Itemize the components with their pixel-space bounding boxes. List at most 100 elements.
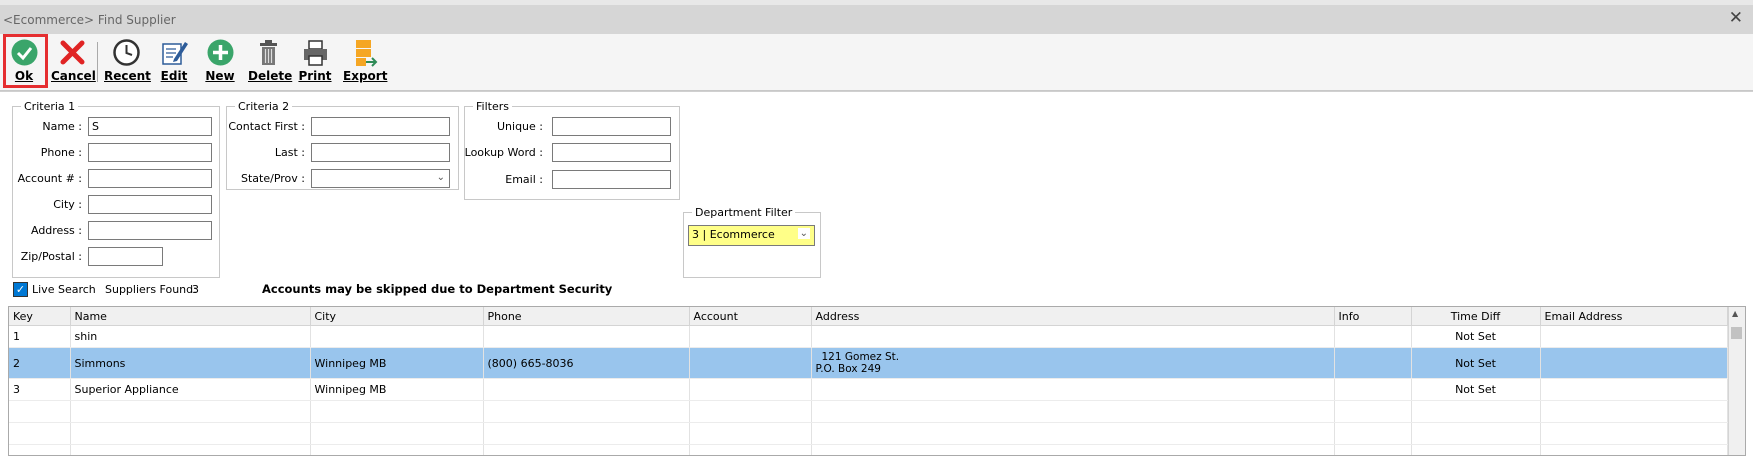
- new-label: New: [204, 69, 236, 83]
- contact-first-label: Contact First :: [226, 120, 305, 133]
- print-label: Print: [298, 69, 332, 83]
- cell-phone: [483, 379, 689, 401]
- department-filter-legend: Department Filter: [692, 206, 795, 219]
- cell-email: [1540, 348, 1727, 379]
- new-button[interactable]: New: [204, 38, 236, 86]
- table-header-row: Key Name City Phone Account Address Info…: [9, 307, 1727, 326]
- column-header-address[interactable]: Address: [811, 307, 1334, 326]
- cell-address: [811, 379, 1334, 401]
- column-header-key[interactable]: Key: [9, 307, 70, 326]
- cell-key: 3: [9, 379, 70, 401]
- criteria1-legend: Criteria 1: [21, 100, 78, 113]
- lookup-word-input[interactable]: [552, 143, 671, 162]
- name-input[interactable]: [88, 117, 212, 136]
- ok-button-highlight: [3, 34, 48, 88]
- cell-account: [689, 326, 811, 348]
- cell-city: Winnipeg MB: [310, 379, 483, 401]
- results-grid: Key Name City Phone Account Address Info…: [8, 306, 1746, 456]
- cell-name: Simmons: [70, 348, 310, 379]
- results-table: Key Name City Phone Account Address Info…: [9, 307, 1728, 456]
- cell-name: Superior Appliance: [70, 379, 310, 401]
- last-label: Last :: [226, 146, 305, 159]
- trash-icon: [254, 38, 283, 67]
- table-row-empty: [9, 423, 1727, 445]
- contact-first-input[interactable]: [311, 117, 450, 136]
- table-row-selected[interactable]: 2 Simmons Winnipeg MB (800) 665-8036 121…: [9, 348, 1727, 379]
- grid-vertical-scrollbar[interactable]: ▲: [1728, 307, 1745, 455]
- cell-city: Winnipeg MB: [310, 348, 483, 379]
- zip-input[interactable]: [88, 247, 163, 266]
- cell-account: [689, 379, 811, 401]
- table-row[interactable]: 3 Superior Appliance Winnipeg MB Not Set: [9, 379, 1727, 401]
- cell-email: [1540, 326, 1727, 348]
- table-row-empty: [9, 401, 1727, 423]
- export-button[interactable]: Export: [343, 38, 383, 86]
- cell-phone: [483, 326, 689, 348]
- address-line-2: P.O. Box 249: [816, 363, 1330, 375]
- export-icon: [349, 38, 378, 67]
- plus-icon: [206, 38, 235, 67]
- column-header-info[interactable]: Info: [1334, 307, 1411, 326]
- cell-time-diff: Not Set: [1411, 379, 1540, 401]
- city-input[interactable]: [88, 195, 212, 214]
- cell-info: [1334, 348, 1411, 379]
- account-input[interactable]: [88, 169, 212, 188]
- scroll-up-icon[interactable]: ▲: [1732, 309, 1738, 318]
- phone-input[interactable]: [88, 143, 212, 162]
- cell-phone: (800) 665-8036: [483, 348, 689, 379]
- cell-name: shin: [70, 326, 310, 348]
- cell-account: [689, 348, 811, 379]
- department-select[interactable]: 3 | Ecommerce ⌄: [688, 225, 815, 246]
- edit-button[interactable]: Edit: [158, 38, 190, 86]
- state-select[interactable]: ⌄: [311, 169, 450, 188]
- unique-input[interactable]: [552, 117, 671, 136]
- column-header-email[interactable]: Email Address: [1540, 307, 1727, 326]
- toolbar-separator: [97, 42, 98, 82]
- toolbar: Ok Cancel Recent Edit New: [0, 34, 1753, 91]
- email-input[interactable]: [552, 170, 671, 189]
- column-header-time-diff[interactable]: Time Diff: [1411, 307, 1540, 326]
- cell-time-diff: Not Set: [1411, 326, 1540, 348]
- live-search-label[interactable]: Live Search: [32, 283, 96, 296]
- scrollbar-thumb[interactable]: [1731, 327, 1742, 339]
- cancel-label: Cancel: [51, 69, 93, 83]
- column-header-phone[interactable]: Phone: [483, 307, 689, 326]
- title-bar: <Ecommerce> Find Supplier ✕: [0, 5, 1753, 34]
- address-input[interactable]: [88, 221, 212, 240]
- cell-info: [1334, 326, 1411, 348]
- account-label: Account # :: [12, 172, 82, 185]
- suppliers-found-count: 3: [192, 283, 199, 296]
- recent-button[interactable]: Recent: [104, 38, 148, 86]
- city-label: City :: [12, 198, 82, 211]
- table-row-empty: [9, 445, 1727, 456]
- address-label: Address :: [12, 224, 82, 237]
- live-search-checkbox[interactable]: ✓: [13, 282, 28, 297]
- close-icon[interactable]: ✕: [1729, 8, 1743, 28]
- email-label: Email :: [464, 173, 543, 186]
- delete-button[interactable]: Delete: [248, 38, 288, 86]
- lookup-word-label: Lookup Word :: [464, 146, 543, 159]
- phone-label: Phone :: [12, 146, 82, 159]
- window-title: <Ecommerce> Find Supplier: [3, 13, 176, 27]
- unique-label: Unique :: [464, 120, 543, 133]
- print-button[interactable]: Print: [298, 38, 332, 86]
- criteria2-legend: Criteria 2: [235, 100, 292, 113]
- suppliers-found-label: Suppliers Found:: [105, 283, 197, 296]
- department-value: 3 | Ecommerce: [692, 228, 775, 241]
- cancel-button[interactable]: Cancel: [51, 38, 93, 86]
- column-header-city[interactable]: City: [310, 307, 483, 326]
- printer-icon: [301, 38, 330, 67]
- recent-label: Recent: [104, 69, 148, 83]
- last-input[interactable]: [311, 143, 450, 162]
- chevron-down-icon: ⌄: [437, 172, 445, 183]
- check-icon: ✓: [16, 283, 25, 296]
- cell-city: [310, 326, 483, 348]
- column-header-account[interactable]: Account: [689, 307, 811, 326]
- cell-key: 1: [9, 326, 70, 348]
- table-row[interactable]: 1 shin Not Set: [9, 326, 1727, 348]
- name-label: Name :: [12, 120, 82, 133]
- clock-icon: [112, 38, 141, 67]
- cancel-x-icon: [58, 38, 87, 67]
- delete-label: Delete: [248, 69, 288, 83]
- column-header-name[interactable]: Name: [70, 307, 310, 326]
